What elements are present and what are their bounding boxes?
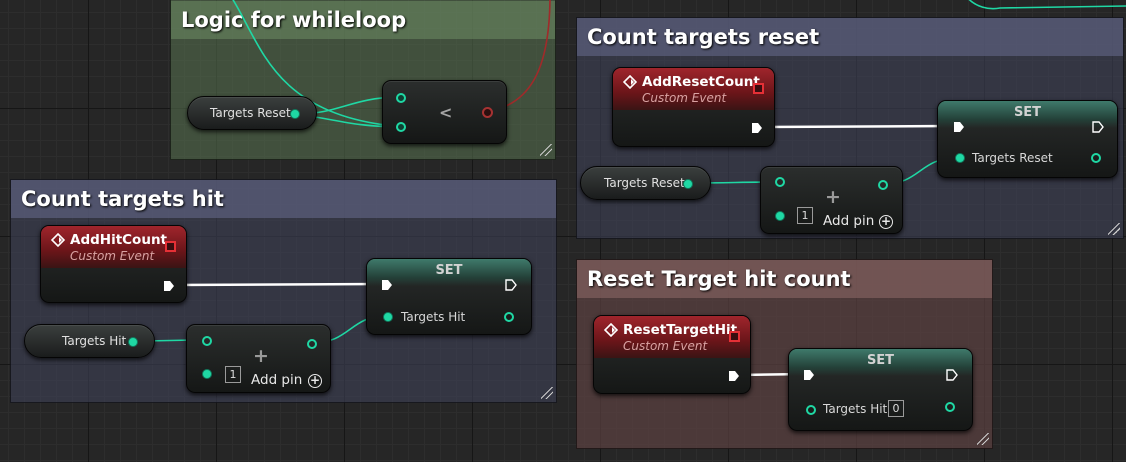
custom-event-reset-target-hit[interactable]: ResetTargetHit Custom Event: [593, 315, 751, 394]
exec-output-pin[interactable]: [1092, 121, 1104, 133]
event-subtitle: Custom Event: [642, 91, 727, 105]
exec-output-pin[interactable]: [728, 370, 740, 382]
integer-input-pin[interactable]: [806, 405, 816, 415]
event-subtitle: Custom Event: [623, 339, 708, 353]
set-title: SET: [435, 263, 463, 278]
set-targets-reset-node[interactable]: SET Targets Reset: [937, 100, 1118, 178]
event-diamond-icon: [51, 233, 65, 247]
integer-output-pin[interactable]: [307, 339, 317, 349]
add-integer-node[interactable]: + 1 Add pin +: [186, 324, 331, 393]
integer-output-pin[interactable]: [1091, 153, 1101, 163]
pin-label: Targets Reset: [972, 151, 1053, 165]
integer-input-pin-a[interactable]: [775, 177, 785, 187]
literal-value-input[interactable]: 1: [797, 207, 813, 224]
variable-get-targets-reset[interactable]: Targets Reset: [187, 96, 317, 130]
integer-output-pin[interactable]: [128, 337, 138, 347]
integer-input-pin-a[interactable]: [396, 93, 406, 103]
literal-value-input[interactable]: 0: [888, 400, 904, 417]
operator-label: +: [825, 186, 841, 208]
variable-get-targets-hit[interactable]: Targets Hit: [24, 324, 155, 358]
integer-input-pin[interactable]: [955, 153, 965, 163]
event-title: ResetTargetHit: [623, 322, 738, 338]
event-title: AddHitCount: [70, 232, 168, 248]
exec-output-pin[interactable]: [505, 279, 517, 291]
integer-output-pin[interactable]: [945, 402, 955, 412]
pin-label: Targets Hit: [401, 310, 466, 324]
exec-input-pin[interactable]: [381, 279, 393, 291]
plus-circle-icon[interactable]: +: [308, 374, 322, 388]
integer-output-pin[interactable]: [683, 179, 693, 189]
less-than-node[interactable]: <: [382, 80, 507, 144]
boolean-output-pin[interactable]: [482, 107, 493, 118]
set-title: SET: [866, 353, 895, 368]
set-title: SET: [1013, 105, 1042, 120]
add-pin-button[interactable]: Add pin: [251, 372, 302, 388]
integer-output-pin[interactable]: [504, 312, 514, 322]
literal-value-input[interactable]: 1: [225, 366, 241, 383]
wire-exec[interactable]: [761, 124, 953, 129]
delegate-square-icon[interactable]: [753, 83, 764, 94]
event-diamond-icon: [623, 75, 637, 89]
add-pin-button[interactable]: Add pin: [823, 213, 874, 229]
operator-label: +: [253, 345, 269, 367]
variable-get-targets-reset[interactable]: Targets Reset: [580, 166, 711, 200]
variable-label: Targets Reset: [210, 106, 291, 120]
variable-label: Targets Hit: [62, 334, 127, 348]
integer-input-pin-b[interactable]: [396, 122, 406, 132]
integer-input-pin-b[interactable]: [775, 211, 785, 221]
event-diamond-icon: [604, 323, 618, 337]
exec-input-pin[interactable]: [803, 369, 815, 381]
integer-input-pin-b[interactable]: [202, 369, 212, 379]
delegate-square-icon[interactable]: [165, 241, 176, 252]
integer-output-pin[interactable]: [290, 109, 300, 119]
set-targets-hit-node[interactable]: SET Targets Hit 0: [788, 348, 973, 431]
exec-output-pin[interactable]: [946, 369, 958, 381]
pin-label: Targets Hit: [823, 402, 888, 416]
custom-event-add-hit-count[interactable]: AddHitCount Custom Event: [40, 225, 187, 303]
event-subtitle: Custom Event: [70, 249, 155, 263]
variable-label: Targets Reset: [604, 176, 685, 190]
add-integer-node[interactable]: + 1 Add pin +: [760, 166, 903, 234]
exec-output-pin[interactable]: [163, 280, 175, 292]
delegate-square-icon[interactable]: [729, 331, 740, 342]
operator-label: <: [439, 103, 453, 122]
integer-output-pin[interactable]: [878, 180, 888, 190]
event-title: AddResetCount: [642, 74, 760, 90]
wire-exec[interactable]: [171, 282, 383, 287]
exec-output-pin[interactable]: [751, 122, 763, 134]
custom-event-add-reset-count[interactable]: AddResetCount Custom Event: [612, 67, 775, 147]
wire-integer[interactable]: [965, 0, 1126, 10]
plus-circle-icon[interactable]: +: [879, 215, 893, 229]
integer-input-pin[interactable]: [383, 312, 393, 322]
integer-input-pin-a[interactable]: [202, 336, 212, 346]
set-targets-hit-node[interactable]: SET Targets Hit: [366, 258, 532, 335]
exec-input-pin[interactable]: [953, 121, 965, 133]
